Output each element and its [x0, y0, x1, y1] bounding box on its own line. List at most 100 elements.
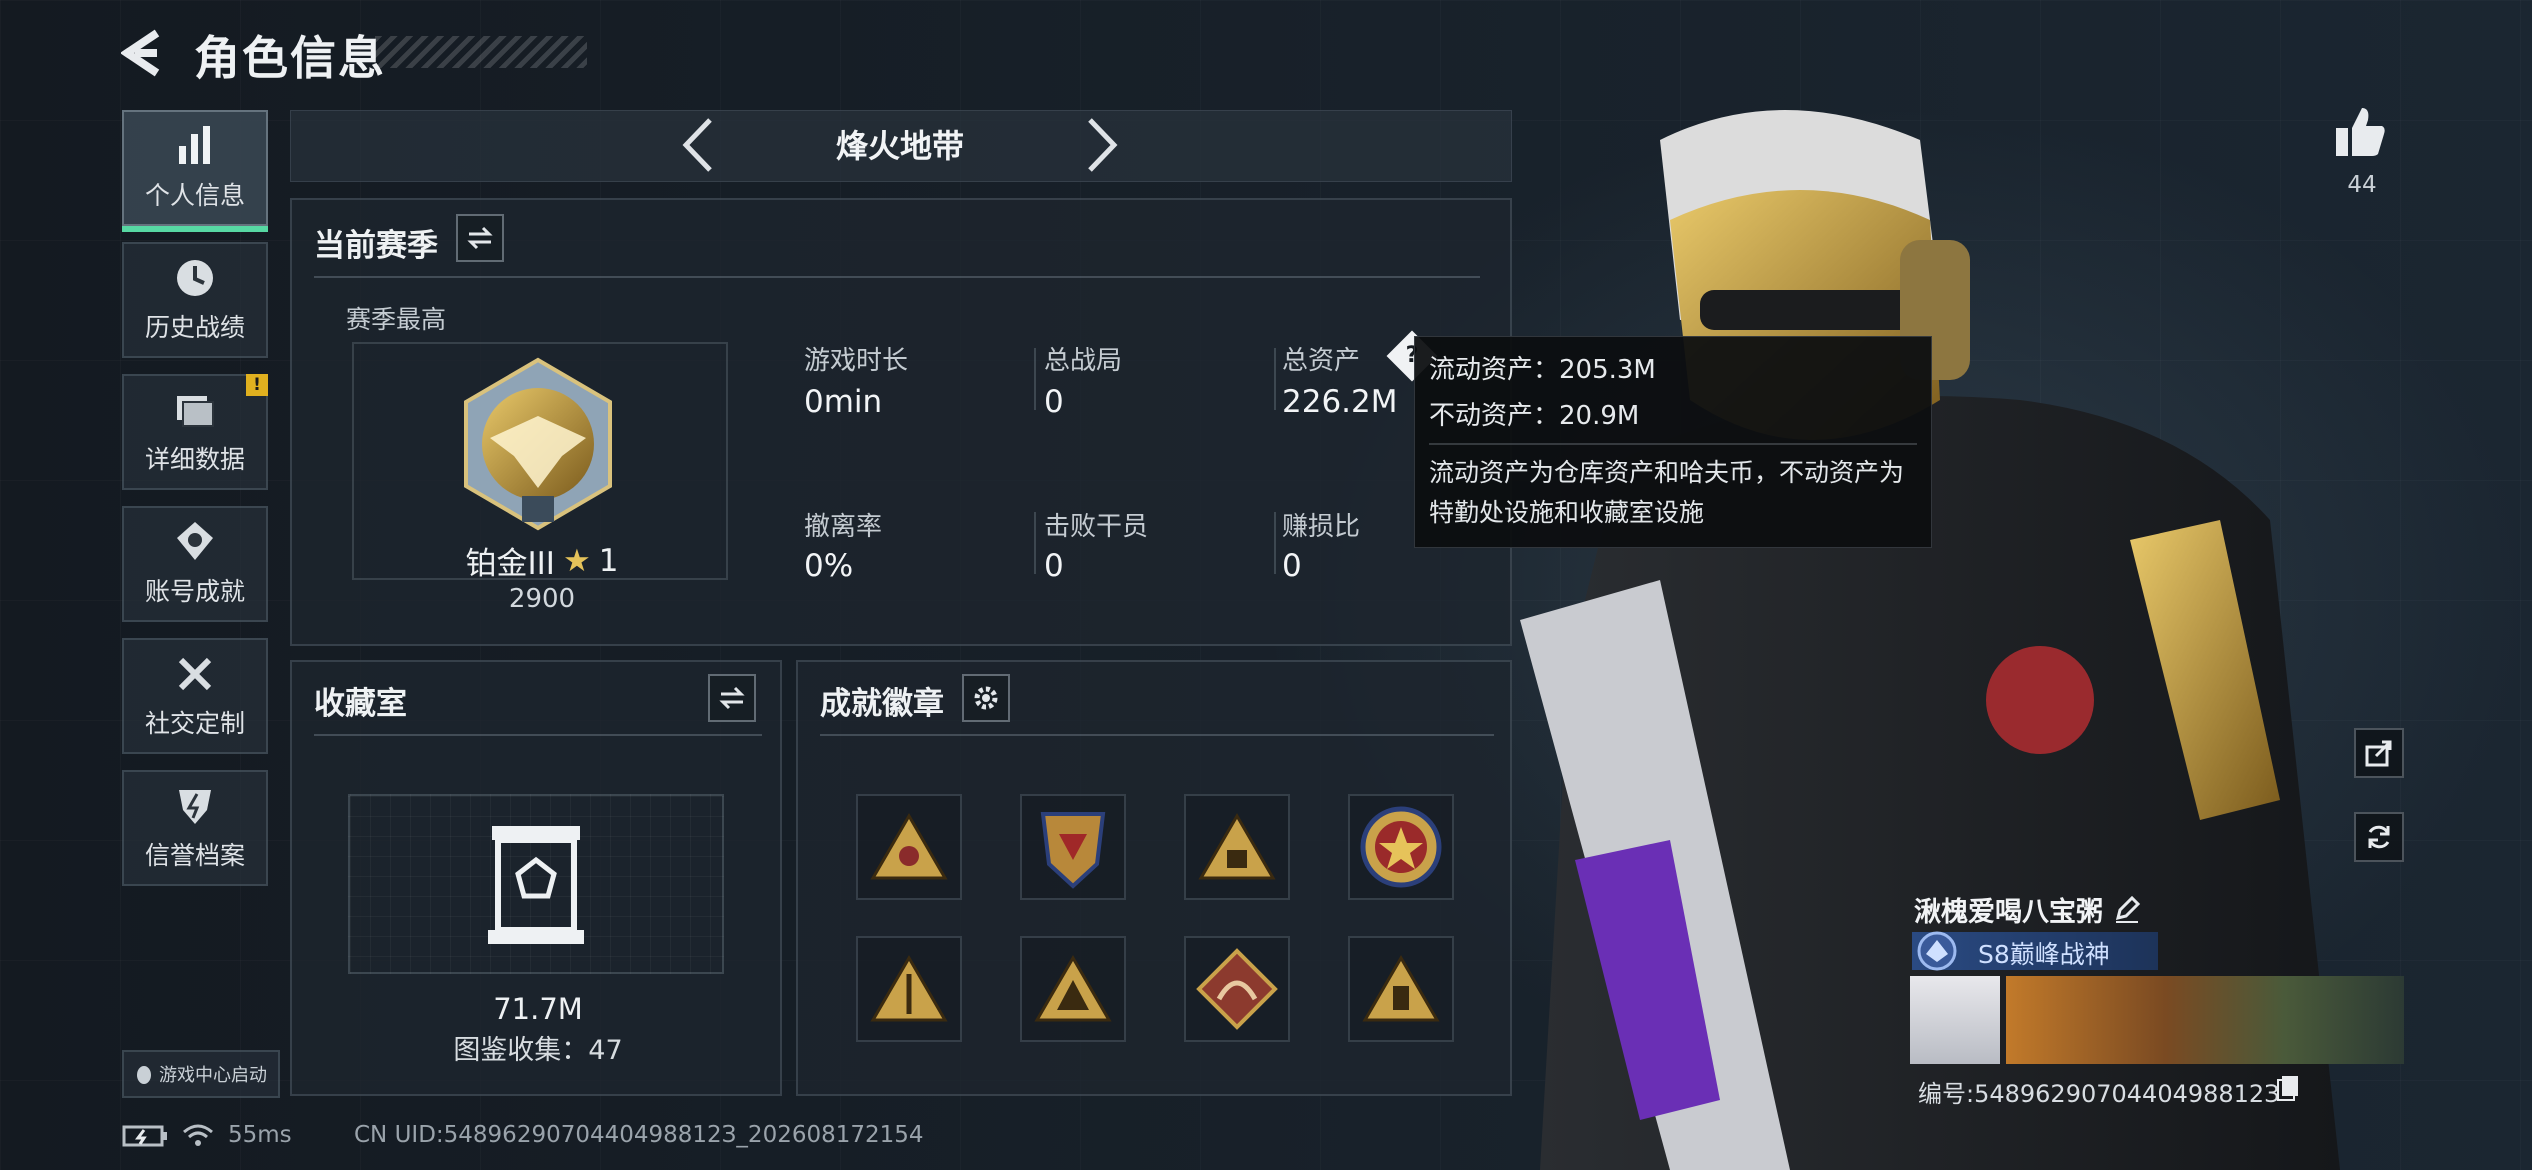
back-arrow-icon — [121, 29, 160, 77]
stat-value: 226.2M — [1282, 384, 1398, 420]
sidebar-item-achievements[interactable]: 账号成就 — [122, 506, 268, 622]
triangle-badge-icon — [870, 813, 948, 880]
profile-avatar[interactable] — [1910, 976, 2000, 1064]
gear-icon — [974, 686, 998, 710]
mode-title: 烽火地带 — [835, 127, 964, 165]
achievement-badge[interactable] — [856, 936, 962, 1042]
collection-title: 收藏室 — [314, 686, 407, 722]
achievements-title: 成就徽章 — [820, 686, 944, 722]
sidebar-item-label: 详细数据 — [144, 445, 245, 474]
achievement-badge[interactable] — [1020, 936, 1126, 1042]
tooltip-description: 流动资产为仓库资产和哈夫币，不动资产为特勤处设施和收藏室设施 — [1429, 458, 1905, 527]
sidebar-item-detailed-data[interactable]: 详细数据 ! — [122, 374, 268, 490]
tools-icon — [178, 657, 212, 691]
penguin-icon — [137, 1066, 151, 1084]
current-season-title: 当前赛季 — [314, 228, 438, 264]
copy-icon[interactable] — [2276, 1074, 2300, 1102]
stat-label: 撤离率 — [804, 512, 883, 542]
achievement-badge[interactable] — [1184, 936, 1290, 1042]
swap-icon — [719, 686, 745, 710]
triangle-badge-icon — [870, 955, 948, 1022]
stat-label: 赚损比 — [1282, 512, 1361, 542]
shield-icon — [179, 790, 211, 824]
refresh-icon — [2368, 825, 2390, 849]
achievement-badge[interactable] — [856, 794, 962, 900]
game-center-button[interactable]: 游戏中心启动 — [122, 1050, 280, 1098]
profile-rank: S8巅峰战神 — [1978, 940, 2110, 969]
stat-label: 总战局 — [1044, 346, 1123, 376]
alert-badge: ! — [246, 374, 268, 396]
clock-icon — [177, 260, 213, 296]
game-center-label: 游戏中心启动 — [159, 1065, 267, 1086]
stat-value: 0 — [1282, 548, 1302, 584]
thumbs-up-icon[interactable] — [2332, 104, 2388, 160]
profile-id: 编号:5489629070440498812З — [1918, 1080, 2280, 1108]
achievements-settings-button[interactable] — [962, 674, 1010, 722]
refresh-button[interactable] — [2354, 812, 2404, 862]
stat-value: 0 — [1044, 548, 1064, 584]
season-best-label: 赛季最高 — [346, 305, 447, 334]
stat-separator — [1274, 512, 1276, 574]
battery-icon — [122, 1125, 167, 1147]
ping-text: 55ms — [228, 1122, 292, 1148]
sidebar-item-label: 历史战绩 — [144, 313, 245, 342]
stat-value: 0 — [1044, 384, 1064, 420]
chevron-right-icon — [1088, 118, 1118, 172]
display-case-icon — [488, 826, 584, 944]
mode-prev-button[interactable] — [676, 114, 720, 176]
uid-text: CN UID:5489629070440498812З_202608172154 — [354, 1122, 924, 1148]
sidebar-item-label: 账号成就 — [144, 577, 245, 606]
collection-count: 图鉴收集：47 — [453, 1035, 623, 1066]
divider — [820, 734, 1494, 736]
chevron-left-icon — [682, 118, 712, 172]
achievement-badge[interactable] — [1184, 794, 1290, 900]
sidebar-item-label: 社交定制 — [144, 709, 245, 738]
sidebar-item-label: 个人信息 — [144, 181, 245, 210]
stat-label: 击败干员 — [1044, 512, 1149, 542]
stat-separator — [1034, 348, 1036, 410]
folder-icon — [177, 396, 214, 427]
season-switch-button[interactable] — [456, 214, 504, 262]
stat-label: 游戏时长 — [804, 346, 909, 376]
sidebar-item-history[interactable]: 历史战绩 — [122, 242, 268, 358]
stat-label: 总资产 — [1282, 346, 1361, 376]
profile-name: 湫槐爱喝八宝粥 — [1914, 897, 2103, 928]
rank-stars: 1 — [598, 542, 619, 579]
rank-line: 铂金III ★ 1 — [292, 538, 792, 583]
triangle-badge-icon — [1034, 955, 1112, 1022]
bar-chart-icon — [179, 126, 210, 164]
collection-switch-button[interactable] — [708, 674, 756, 722]
sidebar-item-reputation[interactable]: 信誉档案 — [122, 770, 268, 886]
achievement-badge[interactable] — [1348, 936, 1454, 1042]
tooltip-divider — [1429, 443, 1917, 445]
swap-icon — [467, 226, 493, 250]
stat-value: 0% — [804, 548, 854, 584]
rank-emblem-icon — [464, 357, 612, 531]
achievements-panel: 成就徽章 — [796, 660, 1512, 1096]
rank-score: 2900 — [508, 584, 576, 614]
sidebar-item-social[interactable]: 社交定制 — [122, 638, 268, 754]
wifi-icon — [183, 1124, 213, 1146]
rank-badge-icon — [1917, 931, 1957, 971]
rank-name: 铂金III — [465, 546, 555, 582]
title-decoration — [375, 36, 587, 68]
profile-banner[interactable] — [2006, 976, 2404, 1064]
sidebar-item-personal-info[interactable]: 个人信息 — [122, 110, 268, 232]
achievement-badge[interactable] — [1020, 794, 1126, 900]
back-button[interactable] — [118, 26, 168, 80]
edit-icon[interactable] — [2112, 894, 2142, 924]
share-button[interactable] — [2354, 728, 2404, 778]
collection-value: 71.7M — [493, 992, 583, 1026]
like-count: 44 — [2347, 172, 2377, 198]
assets-tooltip: 流动资产：205.3M 不动资产：20.9M 流动资产为仓库资产和哈夫币，不动资… — [1414, 336, 1932, 548]
stat-value: 0min — [804, 384, 883, 420]
sidebar-item-label: 信誉档案 — [144, 841, 245, 870]
star-badge-icon — [1360, 806, 1442, 888]
tooltip-liquid-assets: 流动资产：205.3M — [1429, 355, 1656, 385]
current-season-panel: 当前赛季 赛季最高 铂金III ★ 1 2900 游戏时长 0min 总战局 0… — [290, 198, 1512, 646]
dragon-badge-icon — [1196, 948, 1278, 1030]
page-title: 角色信息 — [194, 31, 386, 85]
triangle-badge-icon — [1362, 955, 1440, 1022]
mode-next-button[interactable] — [1080, 114, 1124, 176]
achievement-badge[interactable] — [1348, 794, 1454, 900]
